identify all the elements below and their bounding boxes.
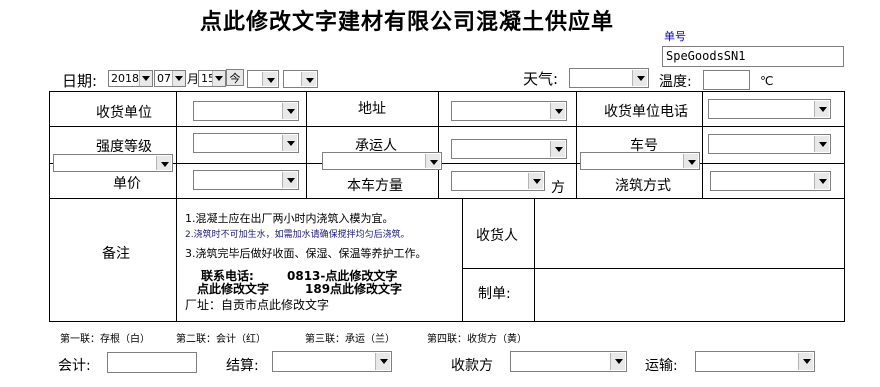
page-title[interactable]: 点此修改文字建材有限公司混凝土供应单 (200, 4, 695, 36)
receiver-unit-select[interactable] (193, 101, 299, 121)
order-no-field[interactable]: SpeGoodsSN1 (662, 46, 844, 67)
chevron-down-icon (798, 353, 813, 370)
table-divider (49, 198, 845, 199)
strength-grade-dropdown[interactable] (53, 154, 173, 172)
contact-name: 点此修改文字 (197, 282, 270, 296)
unit-price-label: 单价 (113, 176, 141, 192)
table-divider (534, 198, 535, 322)
chevron-down-icon (282, 103, 297, 119)
chevron-down-icon (375, 353, 390, 370)
chevron-down-icon (172, 71, 185, 86)
pour-method-select[interactable] (710, 171, 831, 191)
contact-phone-2: 189点此修改文字 (305, 282, 403, 296)
today-button[interactable]: 今 (226, 69, 244, 86)
weather-select[interactable] (569, 68, 649, 88)
chevron-down-icon (814, 173, 829, 189)
strength-grade-label: 强度等级 (96, 139, 152, 155)
volume-label: 本车方量 (347, 178, 403, 194)
accountant-label: 会计: (58, 358, 91, 374)
address-label: 地址 (358, 101, 386, 117)
receiver-unit-label: 收货单位 (96, 105, 152, 121)
chevron-down-icon (262, 72, 277, 86)
table-divider (176, 91, 177, 322)
table-divider (576, 91, 577, 198)
receiver-phone-select[interactable] (708, 99, 831, 119)
plate-number-dropdown[interactable] (580, 152, 700, 170)
chevron-down-icon (425, 154, 440, 168)
transport-label: 运输: (645, 358, 678, 374)
strength-grade-select[interactable] (193, 133, 299, 153)
payee-label: 收款方 (451, 358, 493, 374)
copy-4-text: 第四联：收货方（黄） (427, 334, 527, 345)
accountant-input[interactable] (107, 352, 197, 373)
chevron-down-icon (632, 70, 647, 86)
pour-method-label: 浇筑方式 (615, 178, 671, 194)
carrier-dropdown[interactable] (322, 152, 442, 170)
table-divider (306, 91, 307, 198)
chevron-down-icon (212, 71, 225, 86)
carrier-select[interactable] (451, 139, 567, 159)
table-divider (702, 91, 703, 198)
factory-address: 厂址：自贡市点此修改文字 (185, 298, 330, 312)
chevron-down-icon (683, 154, 698, 168)
temperature-label: 温度: (659, 74, 692, 90)
chevron-down-icon (528, 173, 543, 189)
table-divider (462, 198, 463, 322)
year-select[interactable]: 2018 (108, 70, 153, 87)
maker-label: 制单: (478, 286, 511, 302)
order-no-label: 单号 (664, 30, 686, 43)
settlement-select[interactable] (272, 351, 392, 372)
month-select[interactable]: 07 (154, 70, 186, 87)
chevron-down-icon (550, 141, 565, 157)
date-label: 日期: (62, 72, 98, 90)
weather-label: 天气: (523, 70, 559, 88)
chevron-down-icon (814, 136, 829, 152)
table-divider (462, 268, 845, 269)
temperature-unit: ℃ (760, 74, 774, 88)
table-divider (49, 126, 845, 127)
day-select[interactable]: 15 (198, 70, 226, 87)
copy-2-text: 第二联：会计（红） (176, 334, 266, 345)
temperature-input[interactable] (703, 70, 750, 90)
receiver-phone-label: 收货单位电话 (604, 104, 688, 120)
chevron-down-icon (610, 353, 625, 370)
volume-unit: 方 (551, 180, 565, 196)
plate-number-select[interactable] (708, 134, 831, 154)
note-line-1: 1.混凝土应在出厂两小时内浇筑入模为宜。 (185, 212, 394, 225)
table-divider (438, 91, 439, 198)
chevron-down-icon (282, 172, 297, 188)
chevron-down-icon (301, 72, 316, 86)
hour-select[interactable] (247, 70, 279, 88)
address-select[interactable] (451, 101, 567, 121)
chevron-down-icon (139, 71, 152, 86)
volume-select[interactable] (451, 171, 545, 191)
copy-3-text: 第三联：承运（兰） (305, 334, 395, 345)
consignee-label: 收货人 (476, 228, 518, 244)
payee-select[interactable] (510, 351, 627, 372)
settlement-label: 结算: (226, 358, 259, 374)
chevron-down-icon (156, 156, 171, 170)
chevron-down-icon (282, 135, 297, 151)
remarks-label: 备注 (102, 246, 130, 262)
unit-price-select[interactable] (193, 170, 299, 190)
note-line-3: 3.浇筑完毕后做好收面、保湿、保温等养护工作。 (185, 247, 427, 260)
transport-select[interactable] (695, 351, 815, 372)
copy-1-text: 第一联：存根（白） (60, 334, 150, 345)
chevron-down-icon (550, 103, 565, 119)
note-line-2: 2.浇筑时不可加生水，如需加水请确保搅拌均匀后浇筑。 (185, 230, 410, 240)
minute-select[interactable] (283, 70, 318, 88)
chevron-down-icon (814, 101, 829, 117)
